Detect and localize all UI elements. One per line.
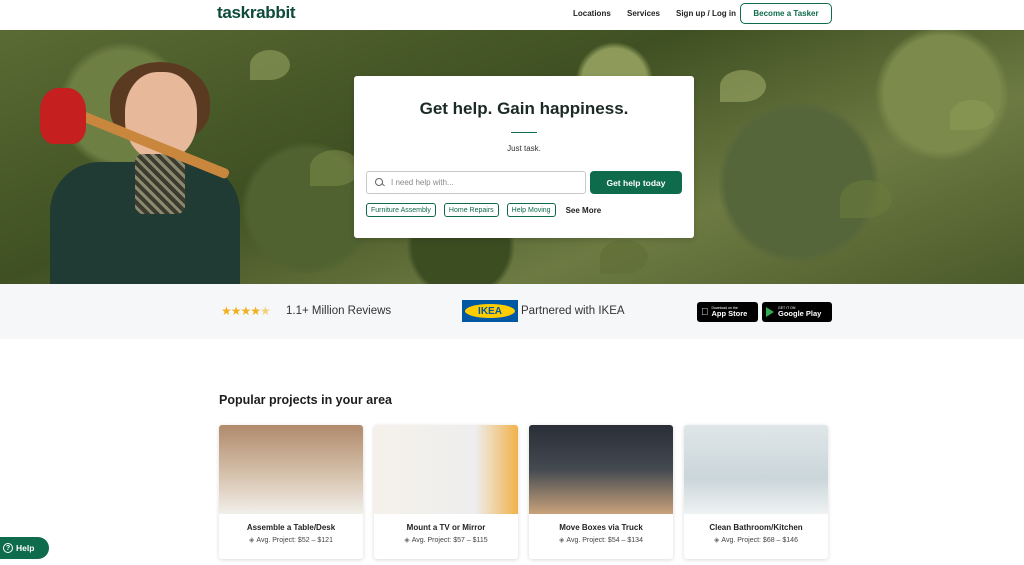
hedge-leaf <box>310 150 360 186</box>
see-more-link[interactable]: See More <box>566 206 602 215</box>
hedge-leaf <box>720 70 766 102</box>
project-image-clean <box>684 425 828 514</box>
ikea-logo: IKEA <box>462 300 518 322</box>
project-title: Mount a TV or Mirror <box>406 523 486 532</box>
chip-help-moving[interactable]: Help Moving <box>506 203 556 217</box>
ikea-partner-text: Partnered with IKEA <box>521 305 625 317</box>
trust-strip: ★★★★★ 1.1+ Million Reviews IKEA Partnere… <box>0 284 1024 339</box>
hedge-leaf <box>250 50 290 80</box>
google-play-icon <box>766 307 774 317</box>
project-price: ◈ Avg. Project: $54 – $134 <box>559 537 643 544</box>
hero-person-image <box>40 62 250 284</box>
chip-furniture-assembly[interactable]: Furniture Assembly <box>366 203 436 217</box>
help-button[interactable]: ? Help <box>0 537 49 559</box>
hedge-leaf <box>840 180 892 218</box>
google-play-badge[interactable]: GET IT ON Google Play <box>762 302 832 322</box>
search-icon <box>375 177 385 188</box>
become-tasker-button[interactable]: Become a Tasker <box>740 3 832 24</box>
taskrabbit-logo[interactable]: taskrabbit <box>217 3 296 23</box>
app-store-badge[interactable]:  Download on the App Store <box>697 302 758 322</box>
hedge-leaf <box>950 100 994 130</box>
hedge-leaf <box>600 240 648 274</box>
project-price: ◈ Avg. Project: $57 – $115 <box>404 537 488 544</box>
help-label: Help <box>16 543 35 553</box>
get-help-today-button[interactable]: Get help today <box>590 171 682 194</box>
help-icon: ? <box>3 543 13 553</box>
google-play-big-text: Google Play <box>778 309 822 318</box>
apple-icon:  <box>701 307 709 318</box>
project-card-mount-tv[interactable]: Mount a TV or Mirror ◈ Avg. Project: $57 … <box>374 425 518 559</box>
project-price: ◈ Avg. Project: $68 – $146 <box>714 537 798 544</box>
nav-services[interactable]: Services <box>627 9 660 18</box>
hero-banner: Get help. Gain happiness. Just task. Get… <box>0 30 1024 284</box>
search-box[interactable] <box>366 171 586 194</box>
category-chips: Furniture Assembly Home Repairs Help Mov… <box>366 203 601 217</box>
popular-projects-heading: Popular projects in your area <box>219 393 392 407</box>
price-tag-icon: ◈ <box>249 537 255 544</box>
project-card-clean-bathroom[interactable]: Clean Bathroom/Kitchen ◈ Avg. Project: $6… <box>684 425 828 559</box>
hero-title: Get help. Gain happiness. <box>419 99 629 118</box>
price-tag-icon: ◈ <box>404 537 410 544</box>
ikea-logo-text: IKEA <box>465 304 515 318</box>
project-title: Clean Bathroom/Kitchen <box>709 523 803 532</box>
project-card-assemble-table[interactable]: Assemble a Table/Desk ◈ Avg. Project: $52… <box>219 425 363 559</box>
project-title: Assemble a Table/Desk <box>246 523 336 532</box>
hero-divider <box>511 132 537 133</box>
chip-home-repairs[interactable]: Home Repairs <box>443 203 499 217</box>
project-price: ◈ Avg. Project: $52 – $121 <box>249 537 333 544</box>
hero-subtitle: Just task. <box>507 144 541 153</box>
search-input[interactable] <box>391 178 571 187</box>
reviews-count: 1.1+ Million Reviews <box>286 305 392 317</box>
nav-signup-login[interactable]: Sign up / Log in <box>676 9 736 18</box>
nav-locations[interactable]: Locations <box>573 9 611 18</box>
rating-stars-icon: ★★★★★ <box>221 304 271 318</box>
project-image-mount <box>374 425 518 514</box>
site-header: taskrabbit Locations Services Sign up / … <box>0 0 1024 30</box>
price-tag-icon: ◈ <box>714 537 720 544</box>
project-image-move <box>529 425 673 514</box>
app-store-big-text: App Store <box>704 309 748 318</box>
plunger-icon <box>40 88 86 144</box>
project-title: Move Boxes via Truck <box>559 523 643 532</box>
person-scarf <box>135 154 185 214</box>
project-image-assemble <box>219 425 363 514</box>
project-card-move-boxes[interactable]: Move Boxes via Truck ◈ Avg. Project: $54 … <box>529 425 673 559</box>
hero-search-card: Get help. Gain happiness. Just task. Get… <box>354 76 694 238</box>
price-tag-icon: ◈ <box>559 537 565 544</box>
